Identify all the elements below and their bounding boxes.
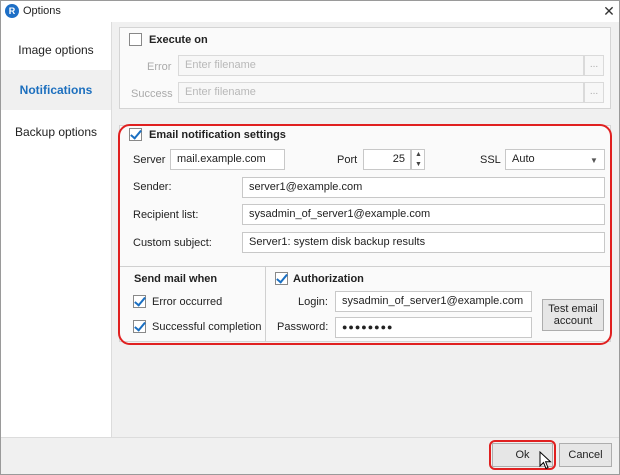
mouse-cursor-icon <box>539 451 552 470</box>
sidebar-item-image-options[interactable]: Image options <box>1 30 111 70</box>
sidebar-item-notifications[interactable]: Notifications <box>1 70 111 110</box>
email-settings-highlight <box>118 124 612 345</box>
execute-on-checkbox[interactable] <box>129 33 142 46</box>
close-icon[interactable]: ✕ <box>600 2 618 20</box>
app-logo-icon: R <box>5 4 19 18</box>
execute-error-browse-button[interactable]: ... <box>584 55 604 76</box>
title-bar: R Options ✕ <box>0 0 620 22</box>
sidebar: Image options Notifications Backup optio… <box>1 22 111 437</box>
execute-success-label: Success <box>131 88 173 100</box>
execute-error-field[interactable]: Enter filename <box>178 55 584 76</box>
execute-success-browse-button[interactable]: ... <box>584 82 604 103</box>
window-title: Options <box>23 5 61 17</box>
sidebar-item-backup-options[interactable]: Backup options <box>1 112 111 152</box>
cancel-button[interactable]: Cancel <box>559 443 612 467</box>
execute-on-label: Execute on <box>149 34 208 46</box>
execute-success-field[interactable]: Enter filename <box>178 82 584 103</box>
execute-error-label: Error <box>147 61 172 73</box>
